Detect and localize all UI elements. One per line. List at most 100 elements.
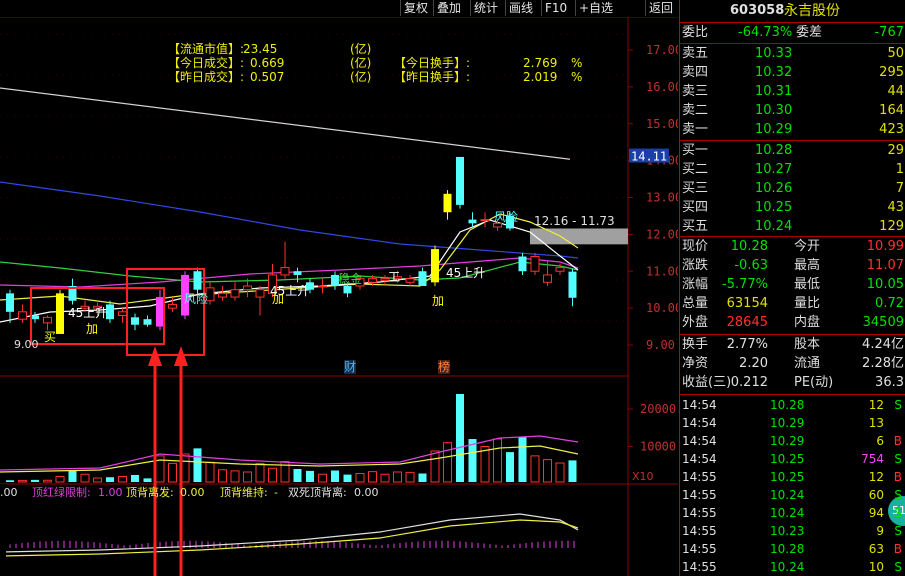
volume-bar	[230, 470, 240, 483]
candle-body	[431, 249, 439, 283]
tick-volume: 63	[868, 542, 884, 556]
tick-row: 14:54 10.29 13	[680, 414, 905, 432]
low-price-label: 9.00	[14, 338, 39, 351]
tick-row: 14:54 10.25 754 S	[680, 450, 905, 468]
toolbar-button-2[interactable]: 统计	[470, 0, 501, 16]
toolbar-button-6[interactable]: 返回	[645, 0, 676, 16]
tick-time: 14:54	[682, 452, 717, 466]
toolbar-button-3[interactable]: 画线	[505, 0, 536, 16]
info-label: 【昨日换手】:	[394, 70, 471, 84]
toolbar-button-1[interactable]: 叠加	[433, 0, 464, 16]
indicator-value: 1.00	[98, 486, 123, 499]
info-unit: (亿)	[350, 56, 372, 70]
info-value: 2.019	[523, 70, 558, 84]
level-label: 卖五	[682, 46, 709, 61]
tick-row: 14:55 10.24 10 S	[680, 558, 905, 576]
price-tick-label: 11.00	[646, 264, 678, 278]
volume-bar	[530, 455, 540, 483]
candle-body	[6, 293, 14, 312]
candle-body	[480, 219, 490, 222]
level-price: 10.27	[755, 162, 793, 177]
level-volume: 129	[879, 219, 904, 234]
volume-bar	[131, 475, 139, 482]
stat-value: 0.72	[875, 296, 904, 311]
volume-bar	[18, 480, 27, 483]
tick-flag: B	[893, 542, 902, 556]
volume-bar	[31, 479, 39, 482]
stat-label: 外盘	[682, 315, 709, 330]
quote-panel: 603058 永吉股份 委比 -64.73% 委差 -767 51 卖五 10.3…	[679, 0, 905, 576]
tick-volume: 12	[868, 470, 884, 484]
tick-row: 14:55 10.25 12 B	[680, 468, 905, 486]
candle-body	[168, 303, 177, 309]
price-tick-label: 9.00	[646, 338, 675, 352]
stock-code: 603058	[730, 3, 785, 18]
tick-volume: 13	[868, 416, 884, 430]
toolbar-button-4[interactable]: F10	[541, 0, 570, 16]
tick-row: 14:54 10.29 6 B	[680, 432, 905, 450]
volume-bar	[118, 476, 127, 483]
candle-body	[543, 274, 552, 283]
indicator-line-1	[0, 513, 579, 553]
tick-row: 14:54 10.28 12 S	[680, 396, 905, 414]
level-volume: 164	[879, 103, 904, 118]
volume-bar	[318, 473, 327, 483]
stat-value: 36.3	[875, 375, 904, 390]
level-price: 10.31	[755, 84, 793, 99]
tick-price: 10.24	[770, 506, 805, 520]
tick-flag: B	[893, 470, 902, 484]
buy-level-row: 买四 10.25 43	[680, 199, 905, 217]
volume-bar	[55, 476, 65, 483]
stat-row: 外盘 28645 内盘 34509	[680, 314, 905, 332]
tick-row: 14:55 10.24 94 S	[680, 504, 905, 522]
level-price: 10.26	[755, 181, 793, 196]
level-label: 买四	[682, 200, 709, 215]
volume-bar	[168, 462, 177, 483]
tick-volume: 94	[868, 506, 884, 520]
toolbar-button-0[interactable]: 复权	[400, 0, 431, 16]
toolbar: 复权 叠加 统计 画线 F10 +自选 返回	[0, 0, 678, 17]
candle-body	[255, 289, 265, 298]
stat-value: 2.77%	[726, 337, 768, 352]
volume-bar	[555, 462, 565, 483]
tick-time: 14:55	[682, 542, 717, 556]
stat-label: 内盘	[794, 315, 821, 330]
volume-bar	[243, 471, 252, 483]
candle-body	[530, 256, 540, 272]
volume-bar	[343, 474, 352, 482]
info-label: 【今日换手】:	[394, 56, 471, 70]
price-tick-label: 16.00	[646, 80, 678, 94]
stat-label: 股本	[794, 337, 821, 352]
level-price: 10.32	[755, 65, 793, 80]
candle-body	[230, 289, 240, 298]
candle-body	[243, 285, 252, 291]
buy-level-row: 买二 10.27 1	[680, 161, 905, 179]
candle-body	[131, 317, 139, 325]
level-volume: 29	[887, 143, 904, 158]
toolbar-button-5[interactable]: +自选	[575, 0, 616, 16]
volume-bar	[543, 459, 552, 483]
indicator-value: 0.00	[180, 486, 205, 499]
candle-body	[518, 256, 527, 272]
indicator-label: 双死顶背离:	[288, 486, 347, 499]
tick-row: 14:55 10.23 9 S	[680, 522, 905, 540]
weicha-label: 委差	[796, 25, 823, 40]
tick-time: 14:55	[682, 560, 717, 574]
info-unit: %	[571, 70, 583, 84]
tick-flag: S	[894, 524, 902, 538]
info-value: 23.45	[243, 42, 278, 56]
level-volume: 44	[887, 84, 904, 99]
tick-flag: S	[894, 488, 902, 502]
candle-body	[56, 293, 64, 334]
candle-body	[318, 285, 327, 288]
info-unit: %	[571, 56, 583, 70]
level-volume: 43	[887, 200, 904, 215]
level-label: 买五	[682, 219, 709, 234]
buy-label: 买	[44, 330, 57, 344]
sell-level-row: 卖四 10.32 295	[680, 64, 905, 82]
level-label: 买一	[682, 143, 709, 158]
volume-unit-label: X10	[632, 470, 654, 483]
level-price: 10.24	[755, 219, 793, 234]
level-price: 10.33	[755, 46, 793, 61]
candle-body	[418, 271, 427, 286]
